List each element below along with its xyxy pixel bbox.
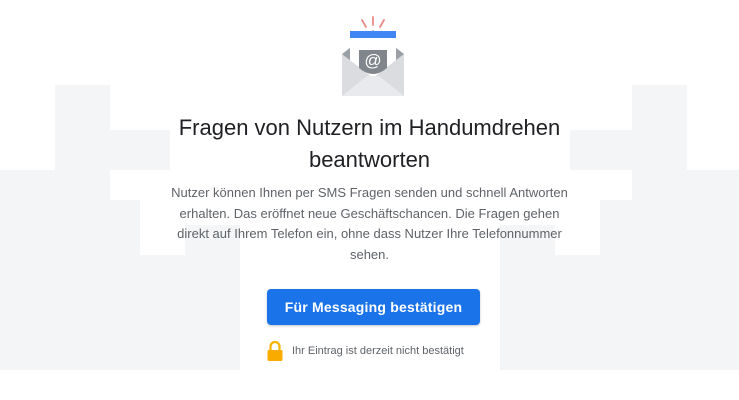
messaging-empty-state: @ Fragen von Nutzern im Handumdrehen bea… (0, 0, 739, 400)
svg-text:@: @ (364, 51, 381, 70)
headline: Fragen von Nutzern im Handumdrehen beant… (178, 115, 561, 172)
verification-status: Ihr Eintrag ist derzeit nicht bestätigt (266, 340, 464, 362)
verification-status-text: Ihr Eintrag ist derzeit nicht bestätigt (292, 345, 464, 357)
envelope-at-icon: @ (342, 16, 404, 96)
lock-icon (267, 340, 283, 361)
description-text: Nutzer können Ihnen per SMS Fragen sende… (171, 185, 568, 262)
verify-for-messaging-button[interactable]: Für Messaging bestätigen (267, 289, 480, 325)
